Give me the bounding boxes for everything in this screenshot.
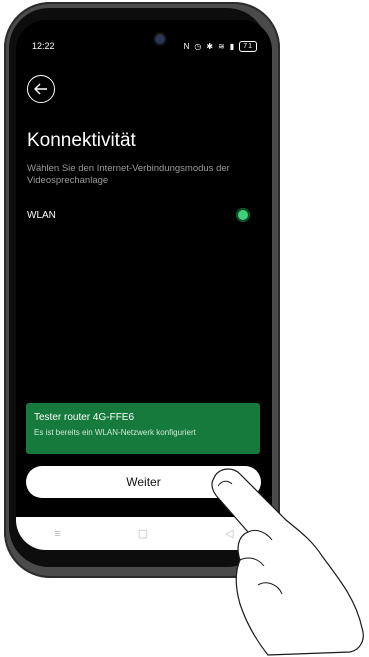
system-nav-bar: ≡ ▢ ◁ — [16, 517, 272, 550]
bluetooth-icon: ✱ — [206, 41, 215, 51]
page-title: Konnektivität — [27, 130, 136, 151]
alarm-icon: ◷ — [194, 41, 203, 51]
recents-icon[interactable]: ≡ — [54, 528, 60, 540]
phone-screen: 12:22 N ◷ ✱ ≋ ▮ 71 Konnektivität Wählen … — [16, 20, 272, 550]
wlan-option[interactable]: WLAN — [27, 208, 250, 222]
battery-icon: 71 — [239, 40, 257, 52]
home-icon[interactable]: ▢ — [138, 527, 148, 540]
wifi-icon: ≋ — [218, 41, 226, 51]
back-button[interactable] — [27, 75, 55, 103]
notice-text: Es ist bereits ein WLAN-Netzwerk konfigu… — [34, 428, 196, 437]
status-bar: 12:22 N ◷ ✱ ≋ ▮ 71 — [32, 39, 257, 53]
signal-icon: ▮ — [229, 41, 236, 51]
next-button[interactable]: Weiter — [26, 466, 261, 498]
arrow-left-icon — [34, 83, 47, 95]
back-nav-icon[interactable]: ◁ — [225, 527, 233, 540]
nfc-icon: N — [183, 41, 191, 51]
status-icons: N ◷ ✱ ≋ ▮ 71 — [183, 40, 257, 52]
status-time: 12:22 — [32, 41, 55, 51]
wlan-option-label: WLAN — [27, 209, 56, 221]
configured-network-notice: Tester router 4G-FFE6 Es ist bereits ein… — [26, 403, 260, 454]
page-subtitle: Wählen Sie den Internet-Verbindungsmodus… — [27, 163, 230, 186]
radio-selected-icon[interactable] — [236, 208, 250, 222]
notice-title: Tester router 4G-FFE6 — [34, 412, 135, 423]
